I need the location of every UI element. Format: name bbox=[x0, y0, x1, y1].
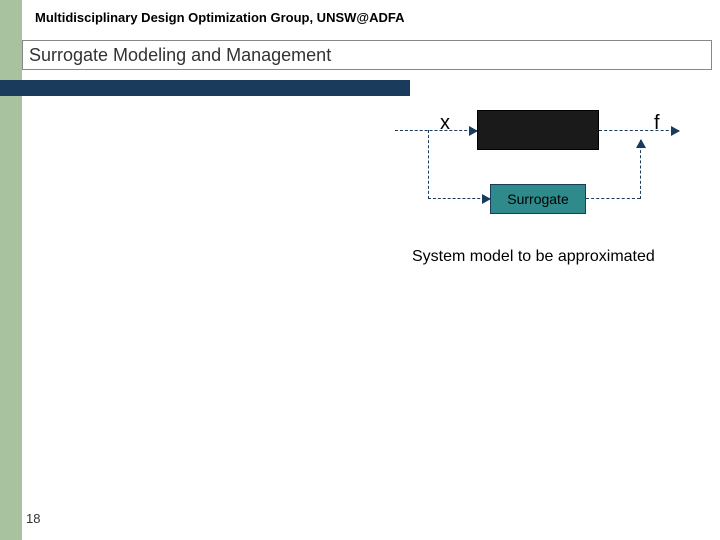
accent-bar bbox=[0, 80, 410, 96]
diagram-caption: System model to be approximated bbox=[412, 248, 655, 266]
organization-header: Multidisciplinary Design Optimization Gr… bbox=[35, 10, 404, 25]
surrogate-box: Surrogate bbox=[490, 184, 586, 214]
slide-title-bar: Surrogate Modeling and Management bbox=[22, 40, 712, 70]
slide-title: Surrogate Modeling and Management bbox=[29, 45, 331, 66]
output-label: f bbox=[654, 112, 660, 135]
surrogate-label: Surrogate bbox=[507, 191, 568, 207]
to-surrogate-arrow bbox=[428, 198, 490, 199]
merge-up-arrow bbox=[640, 140, 641, 199]
page-number: 18 bbox=[26, 511, 40, 526]
system-black-box bbox=[477, 110, 599, 150]
input-arrow bbox=[395, 130, 477, 131]
system-diagram: x f Surrogate bbox=[400, 108, 700, 268]
output-arrow bbox=[599, 130, 679, 131]
from-surrogate-connector bbox=[586, 198, 640, 199]
input-label: x bbox=[440, 112, 450, 135]
branch-down-connector bbox=[428, 130, 429, 199]
